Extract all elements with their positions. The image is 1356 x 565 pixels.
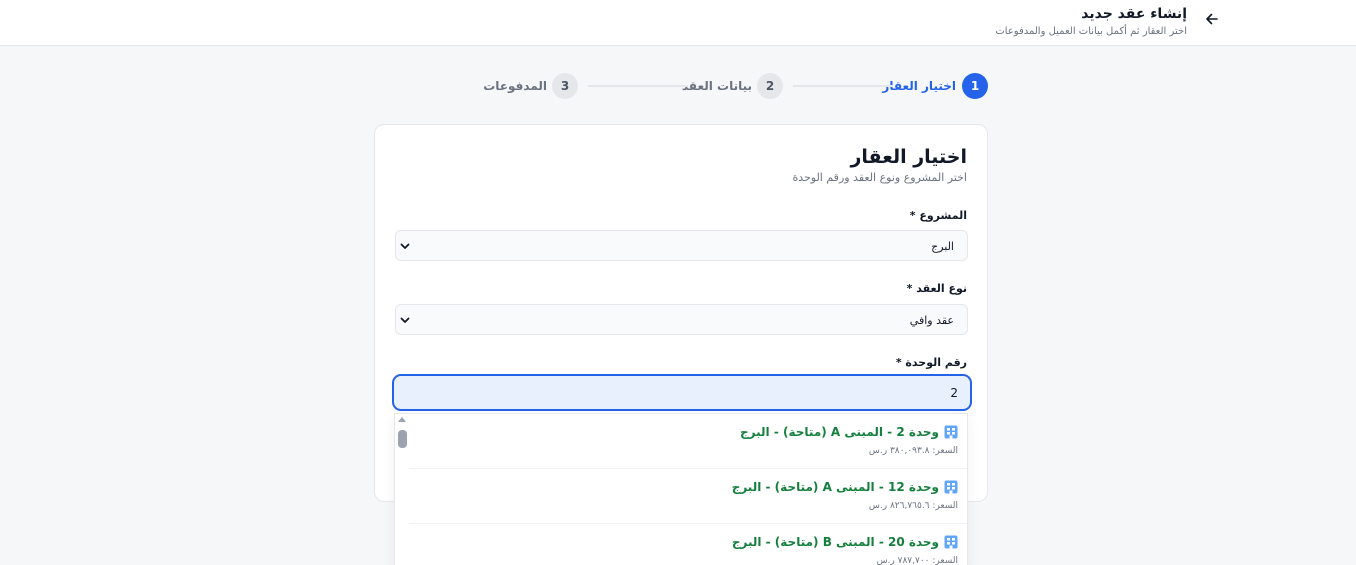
- step-connector-2: [588, 85, 688, 87]
- step-3-circle[interactable]: 3: [552, 73, 578, 99]
- step-1-label[interactable]: اختيار العقار: [882, 79, 956, 93]
- unit-option[interactable]: وحدة 12 - المبنى A (متاحة) - البرج السعر…: [409, 469, 967, 524]
- unit-option-title: وحدة 2 - المبنى A (متاحة) - البرج: [740, 425, 958, 439]
- unit-option-title: وحدة 20 - المبنى B (متاحة) - البرج: [732, 535, 958, 549]
- page-title: إنشاء عقد جديد: [1081, 6, 1187, 22]
- chevron-down-icon: [400, 317, 410, 323]
- building-icon: [944, 480, 958, 494]
- unit-option[interactable]: وحدة 2 - المبنى A (متاحة) - البرج السعر:…: [409, 414, 967, 469]
- step-2-circle[interactable]: 2: [757, 73, 783, 99]
- unit-number-input[interactable]: [394, 376, 970, 409]
- stepper: 1 اختيار العقار 2 بيانات العقد 3 المدفوع…: [0, 72, 1356, 100]
- unit-number-label: رقم الوحدة *: [895, 356, 967, 369]
- card-title: اختيار العقار: [850, 146, 967, 168]
- unit-option-title: وحدة 12 - المبنى A (متاحة) - البرج: [732, 480, 958, 494]
- unit-option-price: السعر: ٧٨٧,٧٠٠ ر.س: [876, 556, 958, 565]
- building-icon: [944, 425, 958, 439]
- contract-type-select-value: عقد وافي: [909, 314, 954, 327]
- scroll-up-arrow-icon[interactable]: [398, 417, 406, 422]
- project-select-value: البرج: [931, 240, 954, 253]
- unit-suggestions-dropdown[interactable]: وحدة 2 - المبنى A (متاحة) - البرج السعر:…: [394, 413, 968, 565]
- top-bar: إنشاء عقد جديد اختر العقار ثم أكمل بيانا…: [0, 0, 1356, 46]
- contract-type-label: نوع العقد *: [906, 282, 967, 295]
- back-button[interactable]: [1201, 9, 1223, 29]
- title-group: إنشاء عقد جديد اختر العقار ثم أكمل بيانا…: [995, 6, 1187, 38]
- step-connector-1: [793, 85, 893, 87]
- unit-option-label: وحدة 2 - المبنى A (متاحة) - البرج: [740, 425, 939, 439]
- step-3-label[interactable]: المدفوعات: [483, 79, 547, 93]
- card-subtitle: اختر المشروع ونوع العقد ورقم الوحدة: [792, 171, 967, 184]
- scroll-thumb[interactable]: [398, 430, 407, 448]
- contract-type-select[interactable]: عقد وافي: [395, 304, 968, 335]
- unit-option-label: وحدة 12 - المبنى A (متاحة) - البرج: [731, 480, 939, 494]
- project-label: المشروع *: [909, 209, 967, 222]
- step-2-label[interactable]: بيانات العقد: [682, 79, 752, 93]
- dropdown-scrollbar[interactable]: [395, 414, 409, 565]
- step-1-circle[interactable]: 1: [962, 73, 988, 99]
- unit-option-label: وحدة 20 - المبنى B (متاحة) - البرج: [731, 535, 939, 549]
- unit-number-input-wrapper[interactable]: [392, 374, 972, 411]
- project-select[interactable]: البرج: [395, 230, 968, 261]
- page-subtitle: اختر العقار ثم أكمل بيانات العميل والمدف…: [995, 26, 1187, 37]
- unit-option-price: السعر: ٨٢٦,٧٦٥.٦ ر.س: [868, 501, 958, 511]
- building-icon: [944, 535, 958, 549]
- unit-option-price: السعر: ٣٨٠,٠٩٣.٨ ر.س: [868, 446, 958, 456]
- unit-option[interactable]: وحدة 20 - المبنى B (متاحة) - البرج السعر…: [409, 524, 967, 565]
- chevron-down-icon: [400, 243, 410, 249]
- arrow-right-icon: [1206, 13, 1218, 25]
